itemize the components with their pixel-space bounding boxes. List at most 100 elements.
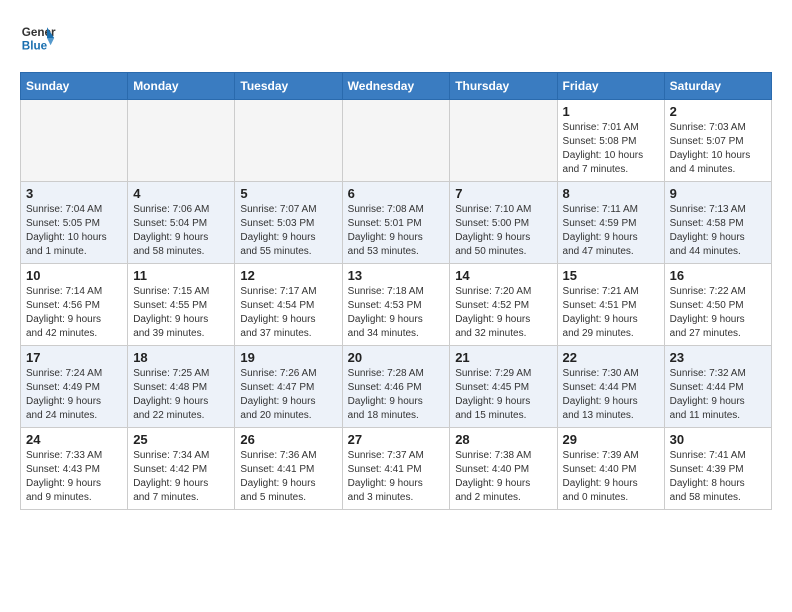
calendar-cell [21,100,128,182]
day-number: 6 [348,186,445,201]
day-header-sunday: Sunday [21,73,128,100]
calendar-cell: 26 Sunrise: 7:36 AM Sunset: 4:41 PM Dayli… [235,428,342,510]
calendar-cell: 15 Sunrise: 7:21 AM Sunset: 4:51 PM Dayli… [557,264,664,346]
day-info: Sunrise: 7:17 AM Sunset: 4:54 PM Dayligh… [240,285,336,341]
page-header: General Blue [20,20,772,56]
calendar-cell: 24 Sunrise: 7:33 AM Sunset: 4:43 PM Dayli… [21,428,128,510]
day-number: 19 [240,350,336,365]
day-header-saturday: Saturday [664,73,771,100]
day-number: 13 [348,268,445,283]
day-info: Sunrise: 7:29 AM Sunset: 4:45 PM Dayligh… [455,367,551,423]
day-info: Sunrise: 7:36 AM Sunset: 4:41 PM Dayligh… [240,449,336,505]
day-number: 18 [133,350,229,365]
day-number: 28 [455,432,551,447]
day-info: Sunrise: 7:06 AM Sunset: 5:04 PM Dayligh… [133,203,229,259]
day-info: Sunrise: 7:28 AM Sunset: 4:46 PM Dayligh… [348,367,445,423]
calendar-cell: 12 Sunrise: 7:17 AM Sunset: 4:54 PM Dayli… [235,264,342,346]
day-number: 5 [240,186,336,201]
day-info: Sunrise: 7:30 AM Sunset: 4:44 PM Dayligh… [563,367,659,423]
day-info: Sunrise: 7:32 AM Sunset: 4:44 PM Dayligh… [670,367,766,423]
day-info: Sunrise: 7:10 AM Sunset: 5:00 PM Dayligh… [455,203,551,259]
calendar-cell: 9 Sunrise: 7:13 AM Sunset: 4:58 PM Daylig… [664,182,771,264]
day-header-monday: Monday [128,73,235,100]
calendar-cell: 21 Sunrise: 7:29 AM Sunset: 4:45 PM Dayli… [450,346,557,428]
calendar: SundayMondayTuesdayWednesdayThursdayFrid… [20,72,772,510]
day-info: Sunrise: 7:18 AM Sunset: 4:53 PM Dayligh… [348,285,445,341]
calendar-cell [128,100,235,182]
day-number: 29 [563,432,659,447]
calendar-cell: 20 Sunrise: 7:28 AM Sunset: 4:46 PM Dayli… [342,346,450,428]
day-info: Sunrise: 7:04 AM Sunset: 5:05 PM Dayligh… [26,203,122,259]
day-header-tuesday: Tuesday [235,73,342,100]
calendar-cell: 13 Sunrise: 7:18 AM Sunset: 4:53 PM Dayli… [342,264,450,346]
day-number: 30 [670,432,766,447]
day-info: Sunrise: 7:39 AM Sunset: 4:40 PM Dayligh… [563,449,659,505]
calendar-cell: 23 Sunrise: 7:32 AM Sunset: 4:44 PM Dayli… [664,346,771,428]
day-header-wednesday: Wednesday [342,73,450,100]
day-number: 3 [26,186,122,201]
calendar-cell: 4 Sunrise: 7:06 AM Sunset: 5:04 PM Daylig… [128,182,235,264]
day-info: Sunrise: 7:21 AM Sunset: 4:51 PM Dayligh… [563,285,659,341]
day-number: 8 [563,186,659,201]
day-number: 27 [348,432,445,447]
calendar-cell: 1 Sunrise: 7:01 AM Sunset: 5:08 PM Daylig… [557,100,664,182]
calendar-cell [235,100,342,182]
day-info: Sunrise: 7:03 AM Sunset: 5:07 PM Dayligh… [670,121,766,177]
calendar-week-5: 24 Sunrise: 7:33 AM Sunset: 4:43 PM Dayli… [21,428,772,510]
day-number: 26 [240,432,336,447]
calendar-cell: 28 Sunrise: 7:38 AM Sunset: 4:40 PM Dayli… [450,428,557,510]
day-number: 12 [240,268,336,283]
day-info: Sunrise: 7:24 AM Sunset: 4:49 PM Dayligh… [26,367,122,423]
day-header-friday: Friday [557,73,664,100]
calendar-cell: 22 Sunrise: 7:30 AM Sunset: 4:44 PM Dayli… [557,346,664,428]
day-number: 11 [133,268,229,283]
day-info: Sunrise: 7:26 AM Sunset: 4:47 PM Dayligh… [240,367,336,423]
day-number: 10 [26,268,122,283]
calendar-cell: 11Sunrise: 7:15 AM Sunset: 4:55 PM Dayli… [128,264,235,346]
day-number: 25 [133,432,229,447]
day-number: 7 [455,186,551,201]
calendar-week-4: 17 Sunrise: 7:24 AM Sunset: 4:49 PM Dayli… [21,346,772,428]
day-info: Sunrise: 7:41 AM Sunset: 4:39 PM Dayligh… [670,449,766,505]
day-number: 23 [670,350,766,365]
day-number: 17 [26,350,122,365]
calendar-cell: 27 Sunrise: 7:37 AM Sunset: 4:41 PM Dayli… [342,428,450,510]
svg-text:Blue: Blue [22,40,48,53]
day-info: Sunrise: 7:33 AM Sunset: 4:43 PM Dayligh… [26,449,122,505]
day-number: 15 [563,268,659,283]
calendar-cell: 3 Sunrise: 7:04 AM Sunset: 5:05 PM Daylig… [21,182,128,264]
day-info: Sunrise: 7:34 AM Sunset: 4:42 PM Dayligh… [133,449,229,505]
day-info: Sunrise: 7:13 AM Sunset: 4:58 PM Dayligh… [670,203,766,259]
day-number: 16 [670,268,766,283]
calendar-cell: 14Sunrise: 7:20 AM Sunset: 4:52 PM Dayli… [450,264,557,346]
day-info: Sunrise: 7:38 AM Sunset: 4:40 PM Dayligh… [455,449,551,505]
day-number: 9 [670,186,766,201]
day-header-thursday: Thursday [450,73,557,100]
day-info: Sunrise: 7:01 AM Sunset: 5:08 PM Dayligh… [563,121,659,177]
calendar-cell: 16 Sunrise: 7:22 AM Sunset: 4:50 PM Dayli… [664,264,771,346]
calendar-cell: 2Sunrise: 7:03 AM Sunset: 5:07 PM Daylig… [664,100,771,182]
day-number: 24 [26,432,122,447]
day-info: Sunrise: 7:07 AM Sunset: 5:03 PM Dayligh… [240,203,336,259]
logo-icon: General Blue [20,20,56,56]
day-info: Sunrise: 7:11 AM Sunset: 4:59 PM Dayligh… [563,203,659,259]
calendar-cell: 7 Sunrise: 7:10 AM Sunset: 5:00 PM Daylig… [450,182,557,264]
calendar-cell: 30 Sunrise: 7:41 AM Sunset: 4:39 PM Dayli… [664,428,771,510]
day-info: Sunrise: 7:22 AM Sunset: 4:50 PM Dayligh… [670,285,766,341]
day-number: 1 [563,104,659,119]
day-number: 21 [455,350,551,365]
calendar-week-2: 3 Sunrise: 7:04 AM Sunset: 5:05 PM Daylig… [21,182,772,264]
day-number: 20 [348,350,445,365]
day-number: 4 [133,186,229,201]
day-number: 14 [455,268,551,283]
calendar-cell: 18 Sunrise: 7:25 AM Sunset: 4:48 PM Dayli… [128,346,235,428]
logo: General Blue [20,20,56,56]
calendar-cell: 25 Sunrise: 7:34 AM Sunset: 4:42 PM Dayli… [128,428,235,510]
day-number: 22 [563,350,659,365]
calendar-cell: 29 Sunrise: 7:39 AM Sunset: 4:40 PM Dayli… [557,428,664,510]
day-info: Sunrise: 7:37 AM Sunset: 4:41 PM Dayligh… [348,449,445,505]
calendar-cell: 19 Sunrise: 7:26 AM Sunset: 4:47 PM Dayli… [235,346,342,428]
calendar-week-3: 10Sunrise: 7:14 AM Sunset: 4:56 PM Dayli… [21,264,772,346]
day-info: Sunrise: 7:08 AM Sunset: 5:01 PM Dayligh… [348,203,445,259]
day-info: Sunrise: 7:25 AM Sunset: 4:48 PM Dayligh… [133,367,229,423]
